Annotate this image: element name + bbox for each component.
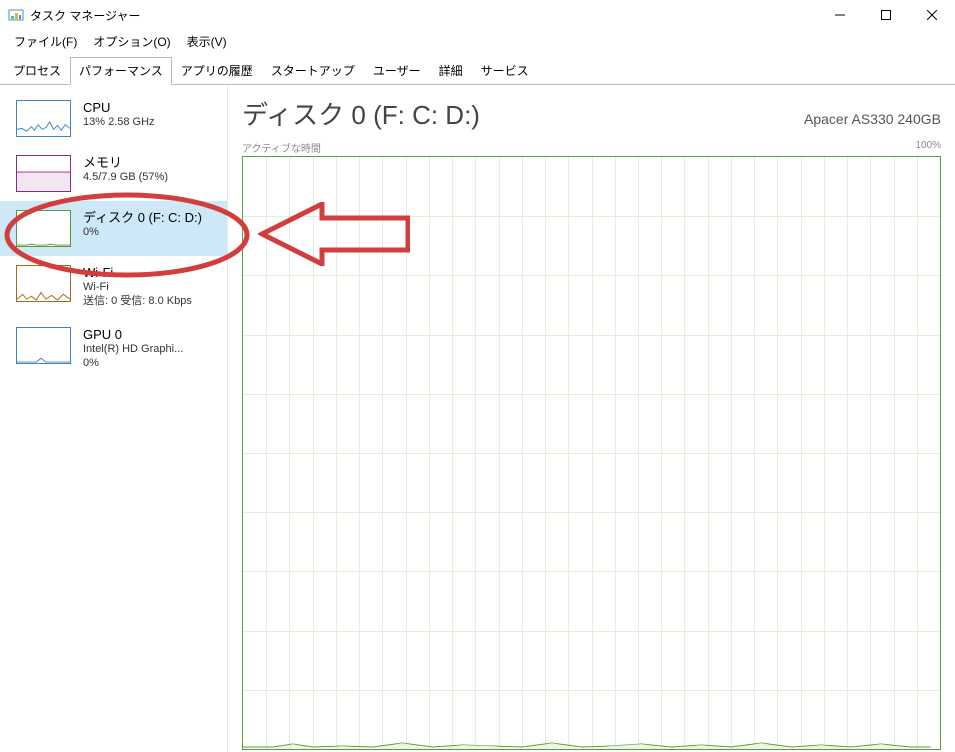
graph-label-left: アクティブな時間 [242, 140, 321, 155]
window-controls [817, 0, 955, 30]
disk0-label: ディスク 0 (F: C: D:) [83, 210, 202, 226]
minimize-button[interactable] [817, 0, 863, 30]
tab-services[interactable]: サービス [472, 57, 538, 85]
disk0-value: 0% [83, 226, 202, 240]
wifi-label: Wi-Fi [83, 265, 192, 281]
window-title: タスク マネージャー [30, 7, 141, 24]
graph-data-line [243, 157, 931, 749]
tab-processes[interactable]: プロセス [4, 57, 70, 85]
detail-panel: ディスク 0 (F: C: D:) Apacer AS330 240GB アクテ… [228, 85, 955, 752]
tab-users[interactable]: ユーザー [364, 57, 430, 85]
memory-thumb-icon [16, 155, 71, 192]
gpu-thumb-icon [16, 327, 71, 364]
menu-options[interactable]: オプション(O) [85, 31, 178, 52]
menu-view[interactable]: 表示(V) [179, 31, 235, 52]
main-content: CPU 13% 2.58 GHz メモリ 4.5/7.9 GB (57%) ディ… [0, 85, 955, 752]
graph-label-right: 100% [915, 140, 941, 155]
graph-labels: アクティブな時間 100% [242, 140, 941, 155]
menubar: ファイル(F) オプション(O) 表示(V) [0, 30, 955, 52]
wifi-sub1: Wi-Fi [83, 281, 192, 295]
app-icon [8, 7, 24, 23]
tab-startup[interactable]: スタートアップ [262, 57, 364, 85]
maximize-button[interactable] [863, 0, 909, 30]
disk-thumb-icon [16, 210, 71, 247]
close-button[interactable] [909, 0, 955, 30]
sidebar-item-disk0[interactable]: ディスク 0 (F: C: D:) 0% [0, 201, 227, 256]
tab-details[interactable]: 詳細 [430, 57, 472, 85]
titlebar: タスク マネージャー [0, 0, 955, 30]
menu-file[interactable]: ファイル(F) [6, 31, 85, 52]
sidebar-item-gpu0[interactable]: GPU 0 Intel(R) HD Graphi... 0% [0, 318, 227, 380]
detail-header: ディスク 0 (F: C: D:) Apacer AS330 240GB [242, 95, 941, 132]
tab-app-history[interactable]: アプリの履歴 [172, 57, 262, 85]
perf-sidebar: CPU 13% 2.58 GHz メモリ 4.5/7.9 GB (57%) ディ… [0, 85, 228, 752]
active-time-graph [242, 156, 941, 750]
cpu-thumb-icon [16, 100, 71, 137]
cpu-value: 13% 2.58 GHz [83, 116, 155, 130]
tabbar: プロセス パフォーマンス アプリの履歴 スタートアップ ユーザー 詳細 サービス [0, 52, 955, 85]
wifi-sub2: 送信: 0 受信: 8.0 Kbps [83, 295, 192, 309]
gpu0-label: GPU 0 [83, 327, 183, 343]
tab-performance[interactable]: パフォーマンス [70, 57, 172, 85]
gpu0-sub2: 0% [83, 357, 183, 371]
sidebar-item-memory[interactable]: メモリ 4.5/7.9 GB (57%) [0, 146, 227, 201]
wifi-thumb-icon [16, 265, 71, 302]
sidebar-item-wifi[interactable]: Wi-Fi Wi-Fi 送信: 0 受信: 8.0 Kbps [0, 256, 227, 318]
memory-value: 4.5/7.9 GB (57%) [83, 171, 168, 185]
cpu-label: CPU [83, 100, 155, 116]
gpu0-sub1: Intel(R) HD Graphi... [83, 343, 183, 357]
detail-title: ディスク 0 (F: C: D:) [242, 95, 480, 132]
sidebar-item-cpu[interactable]: CPU 13% 2.58 GHz [0, 91, 227, 146]
memory-label: メモリ [83, 155, 168, 171]
detail-model: Apacer AS330 240GB [804, 111, 941, 127]
